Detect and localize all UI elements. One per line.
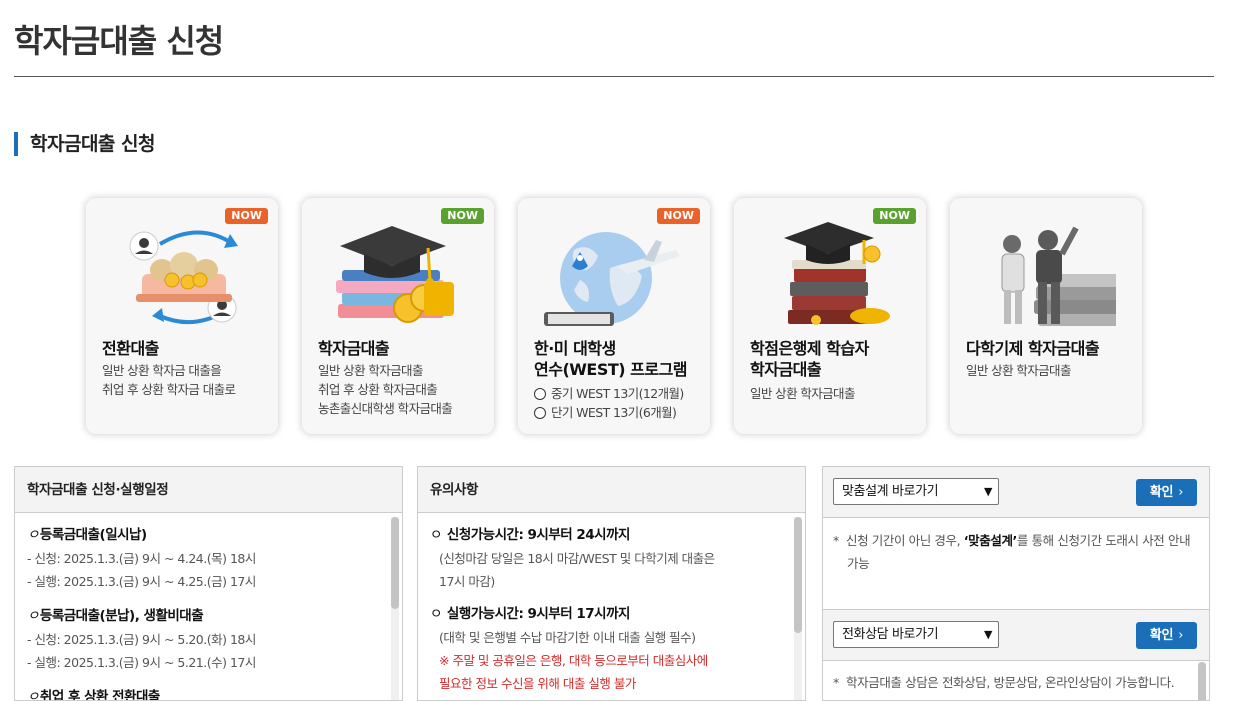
phone-consult-select[interactable]: 전화상담 바로가기 ▼ (833, 621, 999, 648)
shortcut-bar-custom-plan: 맞춤설계 바로가기 ▼ 확인 › (823, 467, 1209, 518)
card-west-program[interactable]: NOW 한·미 대학생 연수(WEST) 프로그램 중기 WEST 13기(12… (518, 198, 710, 434)
schedule-group: ㅇ등록금대출(일시납) - 신청: 2025.1.3.(금) 9시 ~ 4.24… (27, 527, 256, 589)
notes-content: ㅇ 신청가능시간: 9시부터 24시까지 (신청마감 당일은 18시 마감/WES… (418, 514, 791, 700)
card-title: 학점은행제 학습자 학자금대출 (750, 339, 869, 379)
shortcut-panel: 맞춤설계 바로가기 ▼ 확인 › * 신청 기간이 아닌 경우, ‘맞춤설계’를 … (822, 466, 1210, 701)
chevron-down-icon: ▼ (983, 628, 992, 641)
notes-panel: 유의사항 ㅇ 신청가능시간: 9시부터 24시까지 (신청마감 당일은 18시 마… (417, 466, 806, 701)
phone-consult-info: * 학자금대출 상담은 전화상담, 방문상담, 온라인상담이 가능합니다. (833, 675, 1175, 690)
note-group: ㅇ 실행가능시간: 9시부터 17시까지 (대학 및 은행별 수납 마감기한 이내… (430, 603, 779, 695)
schedule-group: ㅇ등록금대출(분납), 생활비대출 - 신청: 2025.1.3.(금) 9시 … (27, 608, 256, 670)
scrollbar[interactable] (1198, 662, 1206, 700)
scrollbar-thumb[interactable] (391, 517, 399, 609)
scrollbar-thumb[interactable] (1198, 662, 1206, 700)
option-mid-term[interactable]: 중기 WEST 13기(12개월) (534, 384, 704, 403)
scrollbar-thumb[interactable] (794, 517, 802, 633)
conversion-loan-illustration (129, 230, 238, 325)
schedule-content: ㅇ등록금대출(일시납) - 신청: 2025.1.3.(금) 9시 ~ 4.24… (15, 514, 388, 700)
graduation-cap-books-illustration (336, 226, 454, 323)
globe-airplane-illustration (544, 232, 680, 326)
book-stack-cap-illustration (784, 222, 890, 325)
scrollbar[interactable] (391, 517, 399, 700)
radio-button[interactable] (534, 406, 546, 419)
warning-text: ※ 주말 및 공휴일은 은행, 대학 등으로부터 대출심사에 (439, 653, 708, 668)
card-description: 일반 상환 학자금대출 (750, 386, 855, 401)
confirm-button[interactable]: 확인 › (1136, 479, 1197, 506)
card-description: 일반 상환 학자금대출 취업 후 상환 학자금대출 농촌출신대학생 학자금대출 (318, 363, 453, 416)
students-books-illustration (1001, 226, 1116, 326)
chevron-down-icon: ▼ (983, 485, 992, 498)
card-description: 일반 상환 학자금대출 (966, 363, 1071, 378)
card-credit-bank-loan[interactable]: NOW 학점은행제 학습자 학자금대출 일반 상환 학자금대출 (734, 198, 926, 434)
option-short-term[interactable]: 단기 WEST 13기(6개월) (534, 403, 704, 422)
custom-plan-info: * 신청 기간이 아닌 경우, ‘맞춤설계’를 통해 신청기간 도래시 사전 안… (833, 533, 1191, 571)
card-options: 중기 WEST 13기(12개월) 단기 WEST 13기(6개월) (534, 384, 704, 422)
schedule-group: ㅇ취업 후 상환 전환대출 (27, 689, 160, 701)
note-group: ㅇ 신청가능시간: 9시부터 24시까지 (신청마감 당일은 18시 마감/WES… (430, 527, 715, 589)
card-title: 한·미 대학생 연수(WEST) 프로그램 (534, 339, 688, 379)
section-title: 학자금대출 신청 (14, 132, 155, 156)
page-title: 학자금대출 신청 (14, 22, 224, 60)
title-divider (14, 76, 1214, 77)
panel-title: 유의사항 (418, 467, 805, 513)
card-description: 일반 상환 학자금 대출을 취업 후 상환 학자금 대출로 (102, 363, 236, 397)
chevron-right-icon: › (1178, 485, 1184, 500)
card-title: 전환대출 (102, 339, 159, 358)
card-title: 다학기제 학자금대출 (966, 339, 1100, 358)
card-multi-semester-loan[interactable]: 다학기제 학자금대출 일반 상환 학자금대출 (950, 198, 1142, 434)
card-student-loan[interactable]: NOW 학자금대출 일반 상환 학자금대출 취업 후 상환 학자금대출 농촌출신… (302, 198, 494, 434)
card-conversion-loan[interactable]: NOW 전환대출 일반 상환 학자금 대출을 취업 후 상환 학자금 대출로 (86, 198, 278, 434)
confirm-button[interactable]: 확인 › (1136, 622, 1197, 649)
schedule-panel: 학자금대출 신청·실행일정 ㅇ등록금대출(일시납) - 신청: 2025.1.3… (14, 466, 403, 701)
custom-plan-select[interactable]: 맞춤설계 바로가기 ▼ (833, 478, 999, 505)
card-title: 학자금대출 (318, 339, 390, 358)
warning-text: 필요한 정보 수신을 위해 대출 실행 불가 (439, 676, 636, 691)
shortcut-bar-phone-consult: 전화상담 바로가기 ▼ 확인 › (823, 610, 1209, 661)
chevron-right-icon: › (1178, 628, 1184, 643)
scrollbar[interactable] (794, 517, 802, 700)
panel-title: 학자금대출 신청·실행일정 (15, 467, 402, 513)
radio-button[interactable] (534, 387, 546, 400)
